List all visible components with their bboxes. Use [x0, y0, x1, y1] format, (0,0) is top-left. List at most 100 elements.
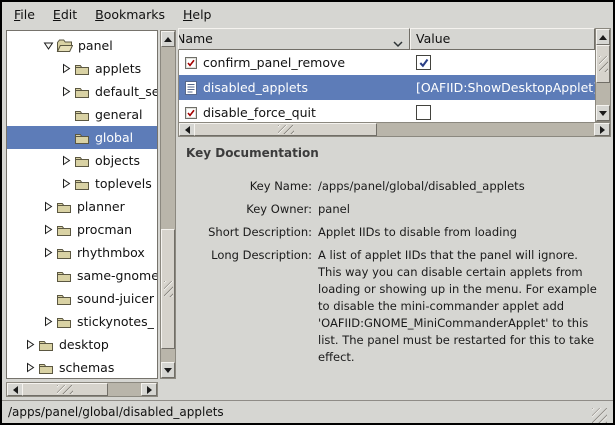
menu-help[interactable]: Help: [174, 4, 221, 25]
list-vscroll-thumb[interactable]: [596, 45, 610, 83]
key-row-confirm_panel_remove[interactable]: confirm_panel_remove: [179, 50, 595, 75]
tree-item-label: sound-juicer: [77, 291, 154, 306]
key-list: Name Value confirm_panel_removedisabled_…: [178, 28, 611, 137]
key-value-text: [OAFIID:ShowDesktopApplet]: [416, 80, 595, 95]
folder-icon: [56, 246, 72, 260]
expander-closed-icon[interactable]: [25, 362, 38, 373]
folder-icon: [56, 292, 72, 306]
column-header-name-label: Name: [178, 31, 213, 46]
key-documentation-fields: Key Name:/apps/panel/global/disabled_app…: [186, 178, 603, 366]
resize-grip-icon[interactable]: [592, 408, 607, 423]
folder-icon: [74, 177, 90, 191]
folder-icon: [74, 62, 90, 76]
tree-item-procman[interactable]: procman: [7, 218, 157, 241]
folder-icon: [56, 200, 72, 214]
expander-closed-icon[interactable]: [25, 339, 38, 350]
tree-item-label: toplevels: [95, 176, 152, 191]
tree-panel: panel applets default_segeneralglobal objec…: [4, 28, 176, 399]
folder-icon: [56, 269, 72, 283]
scroll-right-arrow-icon[interactable]: [594, 123, 610, 136]
tree-item-label: objects: [95, 153, 140, 168]
tree-item-objects[interactable]: objects: [7, 149, 157, 172]
folder-open-icon: [56, 38, 73, 53]
right-panel: Name Value confirm_panel_removedisabled_…: [178, 28, 611, 399]
expander-closed-icon[interactable]: [43, 247, 56, 258]
menu-edit[interactable]: Edit: [44, 4, 86, 25]
main-content: panel applets default_segeneralglobal objec…: [4, 28, 611, 399]
expander-closed-icon[interactable]: [61, 178, 74, 189]
tree-item-label: schemas: [59, 360, 114, 375]
expander-closed-icon[interactable]: [43, 224, 56, 235]
expander-closed-icon[interactable]: [61, 155, 74, 166]
expander-closed-icon[interactable]: [43, 316, 56, 327]
tree-item-planner[interactable]: planner: [7, 195, 157, 218]
scroll-left-arrow-icon[interactable]: [7, 383, 23, 396]
expander-closed-icon[interactable]: [61, 86, 74, 97]
checkbox-unchecked[interactable]: [416, 105, 431, 120]
expander-closed-icon[interactable]: [61, 63, 74, 74]
tree-item-default-se[interactable]: default_se: [7, 80, 157, 103]
key-name-label: disable_force_quit: [203, 105, 316, 120]
key-documentation-title: Key Documentation: [186, 146, 603, 160]
tree-item-stickynotes-[interactable]: stickynotes_: [7, 310, 157, 333]
checkbox-checked[interactable]: [416, 55, 431, 70]
list-vertical-scrollbar[interactable]: [595, 28, 611, 122]
doc-field-label: Key Owner:: [186, 201, 312, 218]
tree-item-desktop[interactable]: desktop: [7, 333, 157, 356]
doc-field-label: Long Description:: [186, 247, 312, 366]
doc-field-value: A list of applet IIDs that the panel wil…: [318, 247, 603, 366]
scroll-down-arrow-icon[interactable]: [161, 362, 175, 378]
tree-item-same-gnome[interactable]: same-gnome: [7, 264, 157, 287]
tree-item-panel[interactable]: panel: [7, 34, 157, 57]
doc-field-value: Applet IIDs to disable from loading: [318, 224, 603, 241]
folder-icon: [38, 338, 54, 352]
list-key-icon: [183, 80, 199, 96]
menu-bookmarks[interactable]: Bookmarks: [86, 4, 174, 25]
statusbar-path: /apps/panel/global/disabled_applets: [8, 405, 592, 419]
key-value-cell: [OAFIID:ShowDesktopApplet]: [410, 80, 595, 95]
tree-vertical-scrollbar[interactable]: [160, 30, 176, 379]
expander-closed-icon[interactable]: [43, 201, 56, 212]
key-value-cell: [410, 105, 595, 120]
statusbar: /apps/panel/global/disabled_applets: [2, 400, 613, 423]
tree-item-general[interactable]: general: [7, 103, 157, 126]
scroll-up-arrow-icon[interactable]: [161, 31, 175, 47]
tree-item-label: default_se: [95, 84, 158, 99]
tree-horizontal-scrollbar[interactable]: [6, 382, 158, 397]
tree-vscroll-thumb[interactable]: [161, 229, 175, 349]
scroll-up-arrow-icon[interactable]: [596, 29, 610, 45]
key-list-header: Name Value: [178, 28, 595, 50]
key-name-cell: disable_force_quit: [179, 105, 410, 121]
scroll-right-arrow-icon[interactable]: [141, 383, 157, 396]
list-hscroll-thumb[interactable]: [194, 123, 377, 136]
doc-field-label: Key Name:: [186, 178, 312, 195]
tree-hscroll-thumb[interactable]: [22, 383, 108, 396]
tree-item-label: panel: [78, 38, 113, 53]
tree-item-sound-juicer[interactable]: sound-juicer: [7, 287, 157, 310]
column-header-value-label: Value: [416, 31, 450, 46]
tree-item-toplevels[interactable]: toplevels: [7, 172, 157, 195]
doc-field-label: Short Description:: [186, 224, 312, 241]
key-value-cell: [410, 55, 595, 70]
key-row-disabled_applets[interactable]: disabled_applets[OAFIID:ShowDesktopApple…: [179, 75, 595, 100]
scroll-down-arrow-icon[interactable]: [596, 105, 610, 121]
scroll-left-arrow-icon[interactable]: [179, 123, 195, 136]
column-header-name[interactable]: Name: [178, 28, 410, 50]
gconf-editor-window: FileEditBookmarksHelp panel applets defaul…: [0, 0, 615, 425]
tree-item-label: applets: [95, 61, 141, 76]
list-horizontal-scrollbar[interactable]: [178, 122, 611, 137]
menu-file[interactable]: File: [5, 4, 44, 25]
column-header-value[interactable]: Value: [410, 28, 595, 50]
tree-item-rhythmbox[interactable]: rhythmbox: [7, 241, 157, 264]
folder-icon: [74, 131, 90, 145]
folder-icon: [38, 361, 54, 375]
tree-item-label: rhythmbox: [77, 245, 145, 260]
tree-item-global[interactable]: global: [7, 126, 157, 149]
key-row-disable_force_quit[interactable]: disable_force_quit: [179, 100, 595, 122]
expander-open-icon[interactable]: [43, 40, 56, 51]
tree-item-applets[interactable]: applets: [7, 57, 157, 80]
key-documentation-pane: Key Documentation Key Name:/apps/panel/g…: [178, 137, 611, 399]
bool-key-icon: [183, 55, 199, 71]
tree-item-schemas[interactable]: schemas: [7, 356, 157, 379]
tree-item-label: stickynotes_: [77, 314, 154, 329]
